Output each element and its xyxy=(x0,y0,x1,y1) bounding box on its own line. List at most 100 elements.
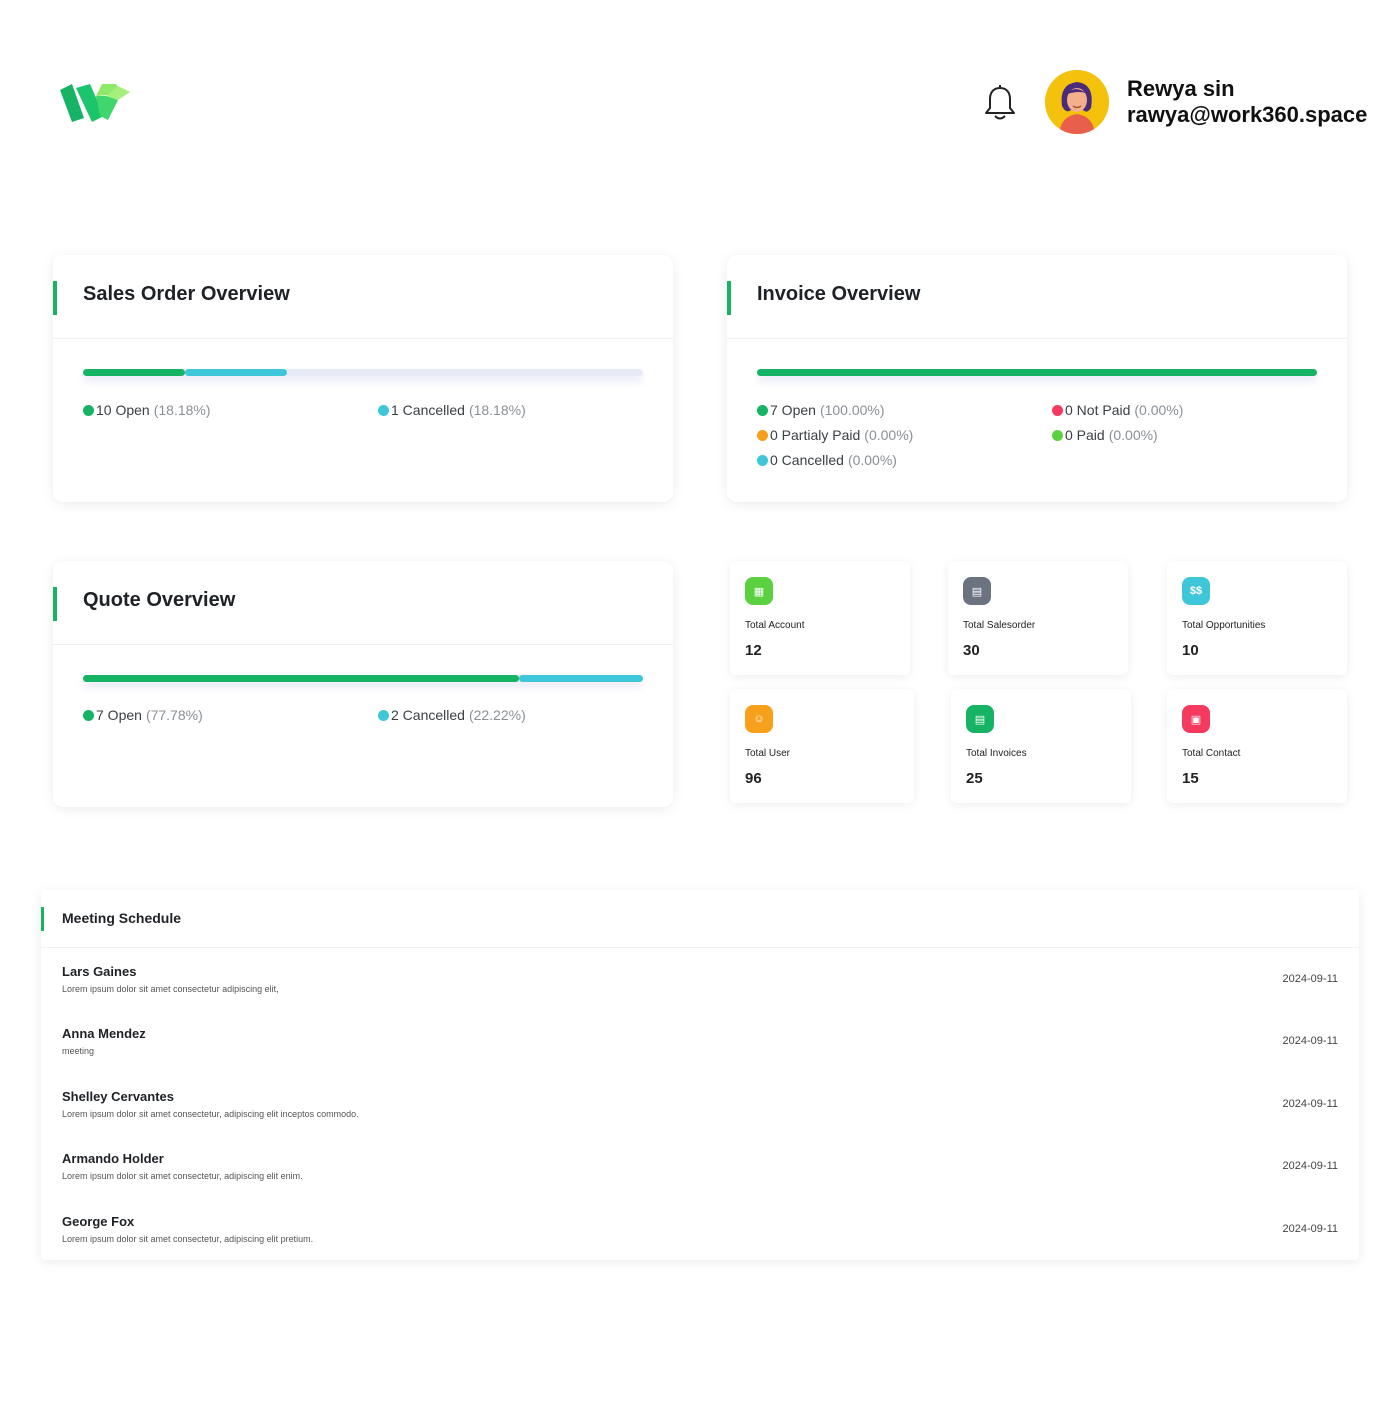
open-percent: (18.18%) xyxy=(153,402,211,418)
open-dot-icon xyxy=(83,709,94,721)
meeting-row[interactable]: Lars Gaines Lorem ipsum dolor sit amet c… xyxy=(41,964,1359,1026)
meeting-date: 2024-09-11 xyxy=(1282,1160,1338,1172)
card-accent-bar xyxy=(41,907,44,931)
cancelled-count: 0 Cancelled xyxy=(770,452,844,468)
open-count: 7 Open xyxy=(96,707,142,723)
open-dot-icon xyxy=(83,404,94,416)
meeting-contact-name: Armando Holder xyxy=(62,1151,164,1166)
tile-label: Total Opportunities xyxy=(1182,620,1266,631)
tile-label: Total Invoices xyxy=(966,748,1027,759)
work360-logo[interactable] xyxy=(60,82,130,124)
open-segment xyxy=(83,369,185,376)
sales-order-progress-bar xyxy=(83,369,643,376)
meeting-description: Lorem ipsum dolor sit amet consectetur, … xyxy=(62,1234,314,1244)
cancelled-dot-icon xyxy=(378,709,389,721)
tile-value: 12 xyxy=(745,642,762,659)
total-user-tile[interactable]: ☺ Total User 96 xyxy=(730,689,914,803)
tile-value: 15 xyxy=(1182,770,1199,787)
card-accent-bar xyxy=(727,281,731,315)
user-portrait-icon xyxy=(1045,70,1109,134)
cancelled-percent: (0.00%) xyxy=(847,452,897,468)
user-name: Rewya sin xyxy=(1127,76,1235,101)
cancelled-count: 2 Cancelled xyxy=(391,707,465,723)
total-salesorder-tile[interactable]: ▤ Total Salesorder 30 xyxy=(948,561,1128,675)
tile-label: Total Account xyxy=(745,620,805,631)
card-title: Sales Order Overview xyxy=(83,283,290,305)
cancelled-percent: (18.18%) xyxy=(468,402,526,418)
quote-overview-card: Quote Overview 7 Open (77.78%) 2 Cancell… xyxy=(53,561,673,807)
card-header: Meeting Schedule xyxy=(41,890,1359,948)
cancelled-dot-icon xyxy=(378,404,389,416)
partialy-paid-percent: (0.00%) xyxy=(864,427,914,443)
card-header: Sales Order Overview xyxy=(53,255,673,339)
legend-open: 10 Open (18.18%) xyxy=(83,402,211,418)
card-accent-bar xyxy=(53,587,57,621)
card-title: Quote Overview xyxy=(83,589,236,611)
not-paid-count: 0 Not Paid xyxy=(1065,402,1131,418)
user-email: rawya@work360.space xyxy=(1127,102,1368,127)
partialy-paid-dot-icon xyxy=(757,429,768,441)
meeting-description: meeting xyxy=(62,1046,95,1056)
tile-label: Total Salesorder xyxy=(963,620,1036,631)
meeting-date: 2024-09-11 xyxy=(1282,1035,1338,1047)
meeting-description: Lorem ipsum dolor sit amet consectetur, … xyxy=(62,1109,359,1119)
meeting-schedule-card: Meeting Schedule Lars Gaines Lorem ipsum… xyxy=(41,890,1359,1260)
meeting-contact-name: George Fox xyxy=(62,1214,135,1229)
user-avatar[interactable] xyxy=(1045,70,1109,134)
cancelled-segment xyxy=(518,675,643,682)
open-dot-icon xyxy=(757,404,768,416)
tile-value: 30 xyxy=(963,642,980,659)
sales-order-overview-card: Sales Order Overview 10 Open (18.18%) 1 … xyxy=(53,255,673,502)
legend-open: 7 Open (77.78%) xyxy=(83,707,203,723)
cancelled-segment xyxy=(184,369,287,376)
meeting-row[interactable]: Armando Holder Lorem ipsum dolor sit ame… xyxy=(41,1151,1359,1213)
open-segment xyxy=(757,369,1317,376)
contact-icon: ▣ xyxy=(1182,705,1210,733)
meeting-date: 2024-09-11 xyxy=(1282,1098,1338,1110)
total-invoices-tile[interactable]: ▤ Total Invoices 25 xyxy=(951,689,1131,803)
partialy-paid-count: 0 Partialy Paid xyxy=(770,427,861,443)
dollar-icon: $$ xyxy=(1182,577,1210,605)
legend-cancelled: 0 Cancelled (0.00%) xyxy=(757,452,897,468)
tile-label: Total Contact xyxy=(1182,748,1241,759)
legend-open: 7 Open (100.00%) xyxy=(757,402,885,418)
building-icon: ▦ xyxy=(745,577,773,605)
total-account-tile[interactable]: ▦ Total Account 12 xyxy=(730,561,910,675)
total-opportunities-tile[interactable]: $$ Total Opportunities 10 xyxy=(1167,561,1347,675)
card-header: Quote Overview xyxy=(53,561,673,645)
legend-cancelled: 1 Cancelled (18.18%) xyxy=(378,402,526,418)
open-count: 10 Open xyxy=(96,402,150,418)
invoice-icon: ▤ xyxy=(966,705,994,733)
meeting-description: Lorem ipsum dolor sit amet consectetur a… xyxy=(62,984,279,994)
meeting-description: Lorem ipsum dolor sit amet consectetur, … xyxy=(62,1171,303,1181)
document-icon: ▤ xyxy=(963,577,991,605)
card-header: Invoice Overview xyxy=(727,255,1347,339)
meeting-date: 2024-09-11 xyxy=(1282,1223,1338,1235)
cancelled-dot-icon xyxy=(757,454,768,466)
tile-value: 10 xyxy=(1182,642,1199,659)
user-icon: ☺ xyxy=(745,705,773,733)
legend-paid: 0 Paid (0.00%) xyxy=(1052,427,1158,443)
invoice-progress-bar xyxy=(757,369,1317,376)
open-count: 7 Open xyxy=(770,402,816,418)
not-paid-dot-icon xyxy=(1052,404,1063,416)
card-title: Invoice Overview xyxy=(757,283,921,305)
total-contact-tile[interactable]: ▣ Total Contact 15 xyxy=(1167,689,1347,803)
meeting-contact-name: Anna Mendez xyxy=(62,1026,146,1041)
open-percent: (77.78%) xyxy=(145,707,203,723)
invoice-overview-card: Invoice Overview 7 Open (100.00%) 0 Not … xyxy=(727,255,1347,502)
not-paid-percent: (0.00%) xyxy=(1134,402,1184,418)
quote-progress-bar xyxy=(83,675,643,682)
open-segment xyxy=(83,675,519,682)
meeting-row[interactable]: George Fox Lorem ipsum dolor sit amet co… xyxy=(41,1214,1359,1276)
paid-percent: (0.00%) xyxy=(1108,427,1158,443)
legend-partialy-paid: 0 Partialy Paid (0.00%) xyxy=(757,427,913,443)
notification-bell-icon[interactable] xyxy=(982,84,1018,122)
paid-count: 0 Paid xyxy=(1065,427,1105,443)
paid-dot-icon xyxy=(1052,429,1063,441)
cancelled-count: 1 Cancelled xyxy=(391,402,465,418)
open-percent: (100.00%) xyxy=(819,402,885,418)
meeting-contact-name: Shelley Cervantes xyxy=(62,1089,175,1104)
meeting-row[interactable]: Anna Mendez meeting 2024-09-11 xyxy=(41,1026,1359,1088)
meeting-row[interactable]: Shelley Cervantes Lorem ipsum dolor sit … xyxy=(41,1089,1359,1151)
